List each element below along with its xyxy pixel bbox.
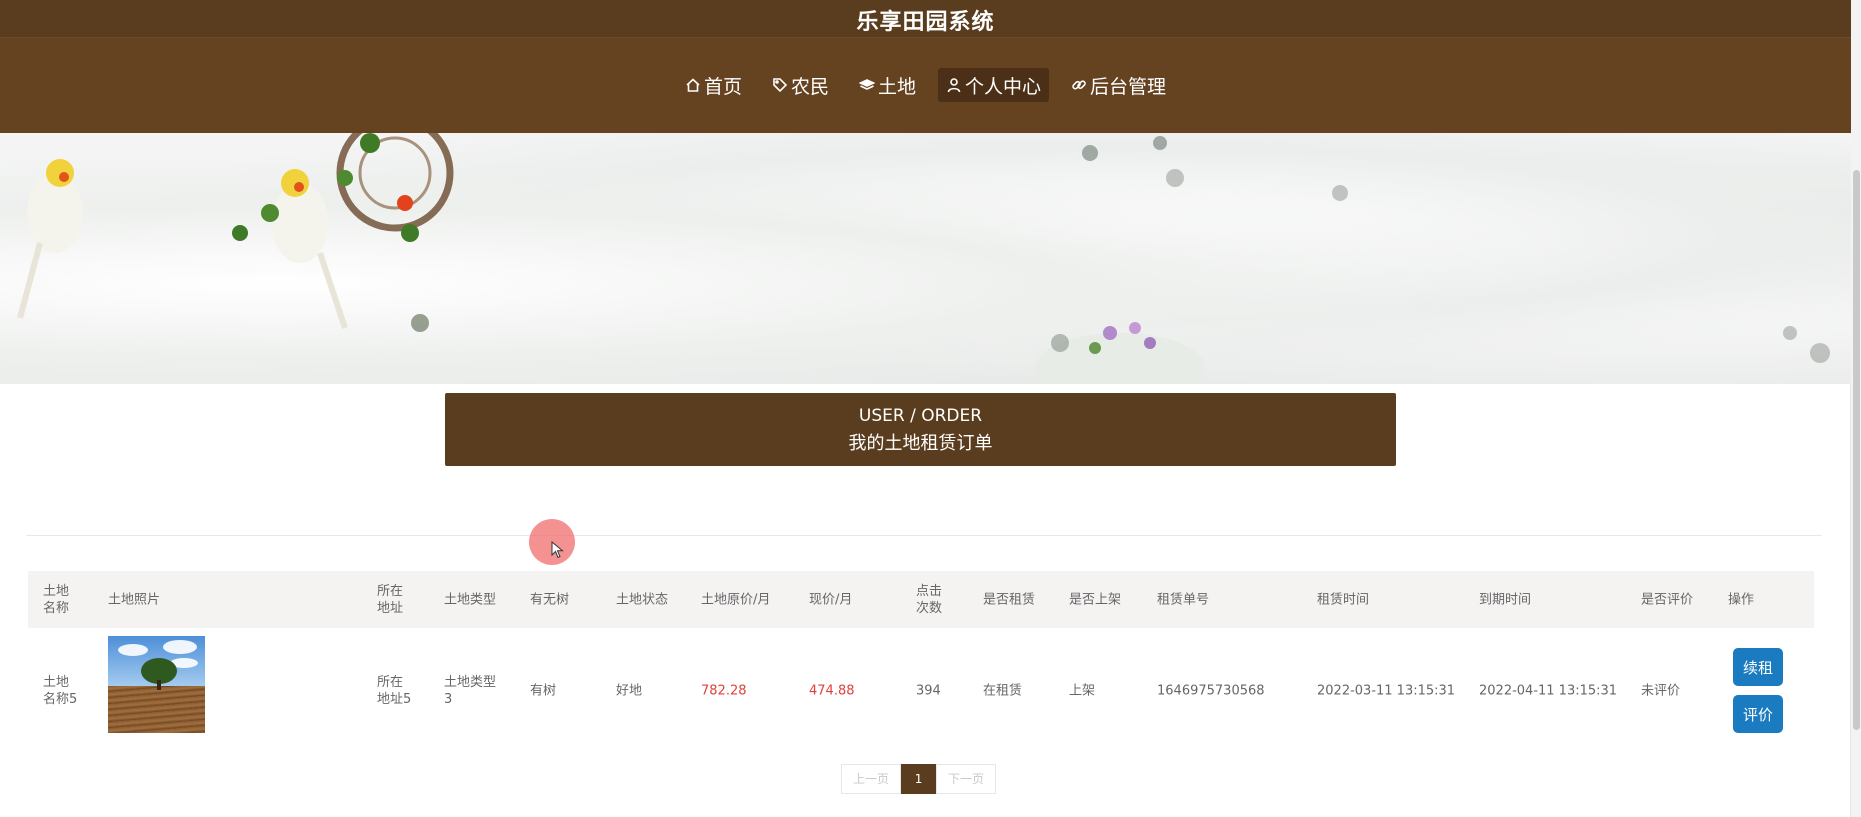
- cell-listed: 上架: [1069, 683, 1096, 698]
- banner-carousel[interactable]: [0, 133, 1851, 384]
- header-land-name: 土地 名称: [43, 583, 70, 616]
- header-address: 所在 地址: [377, 583, 404, 616]
- mouse-cursor-highlight: [529, 519, 575, 565]
- table-row: 土地 名称5 所在 地址5 土地类型 3 有树 好地 782.28 474.88…: [28, 628, 1814, 753]
- pagination: 上一页 1 下一页: [841, 764, 997, 794]
- cell-land-status: 好地: [616, 683, 643, 698]
- site-title: 乐享田园系统: [856, 10, 995, 35]
- cell-trees: 有树: [530, 683, 557, 698]
- cell-address: 所在 地址5: [377, 674, 412, 707]
- header-land-photo: 土地照片: [108, 592, 161, 607]
- header-listed: 是否上架: [1069, 592, 1122, 607]
- header-land-type: 土地类型: [444, 592, 497, 607]
- user-icon: [947, 78, 961, 93]
- section-title: USER / ORDER 我的土地租赁订单: [445, 393, 1396, 466]
- tag-icon: [773, 78, 788, 93]
- nav-item-label: 土地: [877, 75, 916, 98]
- renew-button[interactable]: 续租: [1733, 648, 1783, 686]
- header-trees: 有无树: [530, 592, 570, 607]
- pointer-icon: [551, 541, 564, 559]
- cell-reviewed: 未评价: [1641, 683, 1681, 698]
- next-page-button[interactable]: 下一页: [936, 764, 997, 794]
- cell-land-type: 土地类型 3: [444, 674, 497, 707]
- banner-illustration: [17, 133, 1830, 384]
- nav-item-user-center[interactable]: 个人中心: [938, 68, 1050, 102]
- page-scrollbar[interactable]: [1850, 0, 1861, 817]
- header-clicks: 点击 次数: [916, 583, 943, 616]
- header-action: 操作: [1728, 592, 1755, 607]
- prev-page-button[interactable]: 上一页: [841, 764, 902, 794]
- nav-item-admin[interactable]: 后台管理: [1063, 68, 1174, 102]
- nav-item-home[interactable]: 首页: [677, 68, 750, 102]
- header-land-status: 土地状态: [616, 592, 669, 607]
- main-navigation: 首页 农民 土地 个人中心 后台管理: [0, 38, 1851, 133]
- header-rented: 是否租赁: [983, 592, 1036, 607]
- table-header: 土地 名称 土地照片 所在 地址 土地类型 有无树 土地状态 土地原价/月 现价…: [28, 571, 1814, 628]
- cell-original-price: 782.28: [701, 683, 747, 698]
- cell-rent-time: 2022-03-11 13:15:31: [1317, 683, 1456, 698]
- nav-item-farmer[interactable]: 农民: [764, 68, 837, 102]
- nav-item-label: 个人中心: [965, 75, 1042, 98]
- header-reviewed: 是否评价: [1641, 592, 1694, 607]
- section-title-en: USER / ORDER: [858, 406, 983, 426]
- link-icon: [1072, 80, 1086, 90]
- nav-item-label: 首页: [703, 75, 742, 98]
- home-icon: [686, 78, 700, 92]
- header-original-price: 土地原价/月: [701, 592, 771, 607]
- nav-item-label: 农民: [790, 75, 829, 98]
- order-table: 土地 名称 土地照片 所在 地址 土地类型 有无树 土地状态 土地原价/月 现价…: [28, 571, 1814, 753]
- header-expire-time: 到期时间: [1479, 592, 1532, 607]
- nav-item-land[interactable]: 土地: [851, 68, 924, 102]
- top-bar: 乐享田园系统: [0, 0, 1851, 38]
- land-photo[interactable]: [108, 636, 205, 733]
- cell-current-price: 474.88: [809, 683, 855, 698]
- review-button[interactable]: 评价: [1733, 695, 1783, 733]
- nav-item-label: 后台管理: [1090, 75, 1167, 98]
- layers-icon: [858, 79, 875, 90]
- divider: [26, 535, 1822, 536]
- cell-clicks: 394: [916, 683, 941, 698]
- scrollbar-thumb[interactable]: [1853, 170, 1860, 730]
- cell-rented: 在租赁: [983, 683, 1023, 698]
- page-number-current[interactable]: 1: [901, 764, 937, 794]
- cell-order-no: 1646975730568: [1157, 683, 1265, 698]
- header-rent-time: 租赁时间: [1317, 592, 1370, 607]
- header-order-no: 租赁单号: [1157, 592, 1210, 607]
- cell-land-name: 土地 名称5: [43, 674, 78, 707]
- header-current-price: 现价/月: [809, 592, 853, 607]
- cell-expire-time: 2022-04-11 13:15:31: [1479, 683, 1618, 698]
- section-title-cn: 我的土地租赁订单: [848, 433, 993, 454]
